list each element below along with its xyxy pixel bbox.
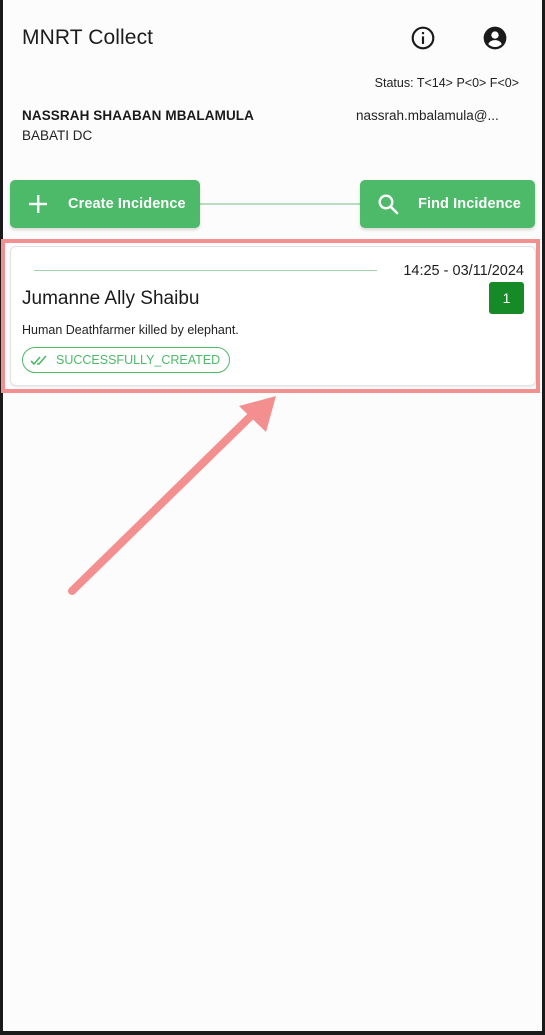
sync-status: Status: T<14> P<0> F<0> (374, 76, 519, 90)
find-incidence-label: Find Incidence (418, 196, 521, 212)
incident-name: Jumanne Ally Shaibu (22, 288, 200, 309)
user-office: BABATI DC (22, 128, 93, 143)
status-badge-label: SUCCESSFULLY_CREATED (56, 353, 221, 367)
incident-card[interactable]: 14:25 - 03/11/2024 Jumanne Ally Shaibu 1… (10, 246, 536, 386)
plus-icon (26, 192, 50, 216)
account-circle-icon[interactable] (482, 25, 508, 51)
create-incidence-button[interactable]: Create Incidence (10, 180, 200, 228)
device-frame-bottom (0, 1031, 545, 1035)
app-screen (3, 0, 542, 1031)
double-check-icon (30, 353, 52, 367)
incident-datetime: 14:25 - 03/11/2024 (403, 263, 524, 279)
status-badge: SUCCESSFULLY_CREATED (22, 347, 231, 373)
card-divider-line (34, 270, 377, 271)
button-connector-line (195, 203, 365, 205)
search-icon (376, 192, 400, 216)
incident-description: Human Deathfarmer killed by elephant. (22, 323, 239, 337)
create-incidence-label: Create Incidence (68, 196, 186, 212)
info-icon[interactable] (410, 25, 436, 51)
app-title: MNRT Collect (22, 26, 154, 49)
incident-count-badge: 1 (489, 282, 524, 314)
user-email: nassrah.mbalamula@... (356, 108, 499, 123)
find-incidence-button[interactable]: Find Incidence (360, 180, 535, 228)
user-name: NASSRAH SHAABAN MBALAMULA (22, 108, 254, 123)
